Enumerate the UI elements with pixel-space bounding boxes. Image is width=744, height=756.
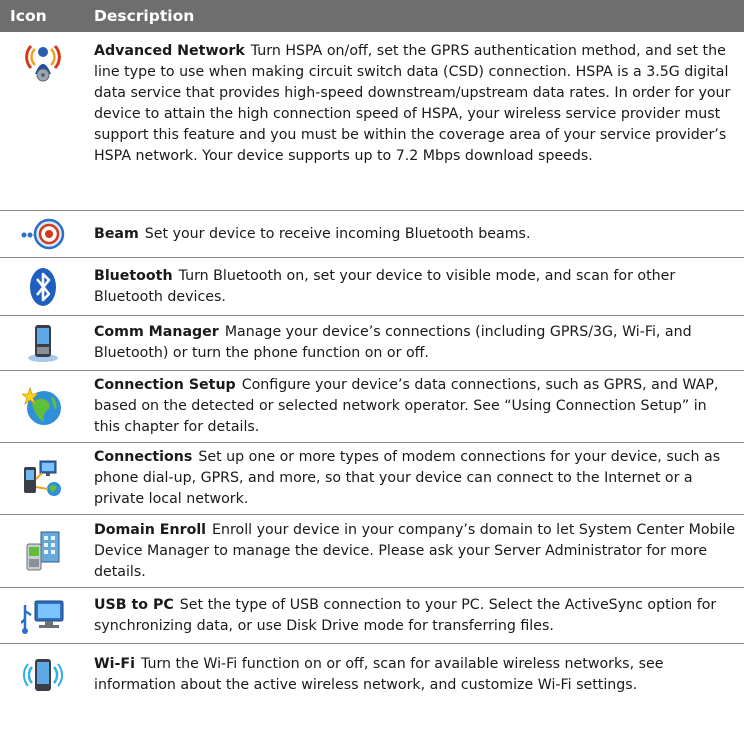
setting-name: Comm Manager (94, 324, 219, 340)
table-row: Connection Setup Configure your device’s … (0, 371, 744, 443)
table-row: Bluetooth Turn Bluetooth on, set your dev… (0, 258, 744, 316)
wifi-icon (0, 644, 86, 705)
table-row: Wi-Fi Turn the Wi-Fi function on or off, … (0, 644, 744, 705)
setting-name: Domain Enroll (94, 521, 207, 538)
icon-column-header: Icon (10, 7, 47, 25)
setting-description: Set the type of USB connection to your P… (94, 596, 717, 634)
setting-description: Turn the Wi-Fi function on or off, scan … (94, 655, 664, 693)
connections-icon (0, 443, 86, 514)
table-header: Icon Description (0, 0, 744, 32)
setting-name: Connections (94, 449, 193, 465)
table-row: Advanced Network Turn HSPA on/off, set th… (0, 32, 744, 211)
setting-description: Turn HSPA on/off, set the GPRS authentic… (94, 43, 731, 164)
domain-enroll-icon (0, 515, 86, 587)
setting-description: Set your device to receive incoming Blue… (144, 225, 531, 242)
setting-name: Bluetooth (94, 267, 173, 284)
table-row: Beam Set your device to receive incoming … (0, 211, 744, 258)
connection-setup-icon (0, 371, 86, 442)
bluetooth-icon (0, 258, 86, 315)
setting-name: Beam (94, 225, 139, 242)
comm-manager-icon (0, 316, 86, 370)
setting-name: Connection Setup (94, 377, 236, 393)
usb-to-pc-icon (0, 588, 86, 643)
table-row: Connections Set up one or more types of m… (0, 443, 744, 515)
table-row: Domain Enroll Enroll your device in your … (0, 515, 744, 588)
table-row: Comm Manager Manage your device’s connect… (0, 316, 744, 371)
setting-name: Advanced Network (94, 43, 245, 59)
settings-table: Icon Description Advanced Network Turn HS… (0, 0, 744, 705)
table-row: USB to PC Set the type of USB connection … (0, 588, 744, 644)
description-column-header: Description (94, 7, 195, 25)
advanced-network-icon (0, 32, 86, 210)
beam-icon (0, 211, 86, 257)
setting-description: Turn Bluetooth on, set your device to vi… (94, 267, 676, 305)
setting-name: Wi-Fi (94, 655, 135, 672)
setting-name: USB to PC (94, 596, 174, 613)
